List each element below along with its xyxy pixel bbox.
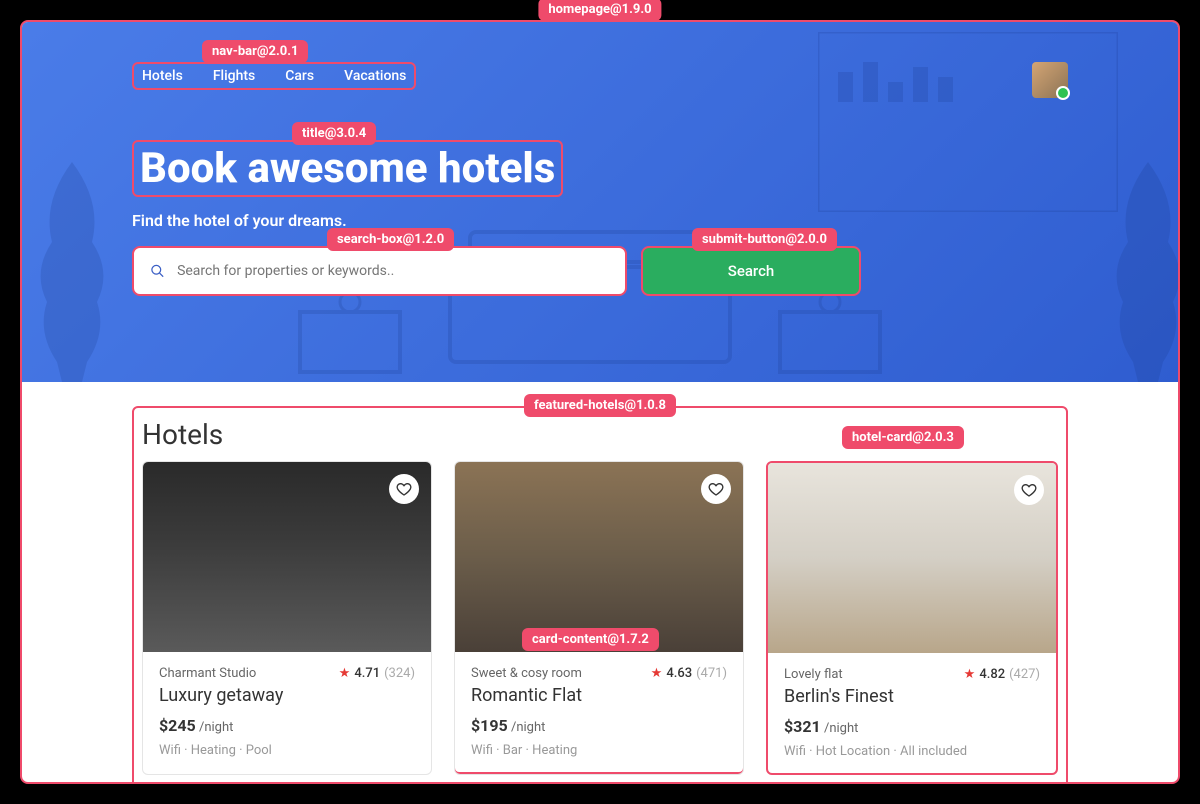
nav-vacations[interactable]: Vacations [344, 68, 406, 84]
search-box[interactable] [132, 246, 627, 296]
hotel-card[interactable]: Sweet & cosy room ★4.63 (471) Romantic Fl… [454, 461, 744, 775]
hotel-eyebrow: Charmant Studio [159, 666, 256, 681]
homepage: nav-bar@2.0.1 title@3.0.4 search-box@1.2… [20, 20, 1180, 784]
annotation-hotelcard: hotel-card@2.0.3 [842, 426, 964, 449]
heart-icon [1021, 482, 1037, 498]
price-per: /night [199, 720, 233, 735]
favorite-button[interactable] [389, 474, 419, 504]
hotel-card[interactable]: Lovely flat ★4.82 (427) Berlin's Finest $… [766, 461, 1058, 775]
heart-icon [708, 481, 724, 497]
hotel-price: $195 [471, 716, 508, 735]
annotation-submitbtn: submit-button@2.0.0 [692, 228, 837, 251]
annotation-title: title@3.0.4 [292, 122, 376, 145]
rating-count: (427) [1009, 667, 1040, 682]
hotel-price: $245 [159, 716, 196, 735]
star-icon: ★ [964, 667, 976, 682]
hotel-eyebrow: Sweet & cosy room [471, 666, 582, 681]
hotel-amenities: Wifi · Heating · Pool [159, 743, 415, 758]
hotel-image [768, 463, 1056, 653]
annotation-searchbox: search-box@1.2.0 [327, 228, 454, 251]
card-content: Lovely flat ★4.82 (427) Berlin's Finest $… [768, 653, 1056, 773]
annotation-homepage: homepage@1.9.0 [538, 0, 661, 21]
nav-hotels[interactable]: Hotels [142, 68, 183, 84]
featured-hotels: Hotels Charmant Studio ★4.71(324) Luxury… [132, 406, 1068, 784]
annotation-cardcontent: card-content@1.7.2 [522, 628, 659, 651]
star-icon: ★ [339, 666, 351, 681]
hotel-title: Romantic Flat [471, 685, 727, 706]
hotel-title: Berlin's Finest [784, 686, 1040, 707]
rating-count: (471) [696, 666, 727, 681]
search-input[interactable] [177, 263, 609, 279]
hotel-card[interactable]: Charmant Studio ★4.71 (324) Luxury getawa… [142, 461, 432, 775]
rating-value: 4.71 [354, 666, 380, 681]
page-subtitle: Find the hotel of your dreams. [132, 211, 1068, 230]
hotel-amenities: Wifi · Bar · Heating [471, 743, 727, 758]
rating-value: 4.82 [979, 667, 1005, 682]
hotel-eyebrow: Lovely flat [784, 667, 843, 682]
nav-bar: Hotels Flights Cars Vacations [132, 62, 416, 90]
price-per: /night [511, 720, 545, 735]
hero: Hotels Flights Cars Vacations Book aweso… [22, 22, 1178, 382]
price-per: /night [824, 721, 858, 736]
hotel-image [143, 462, 431, 652]
hotel-amenities: Wifi · Hot Location · All included [784, 744, 1040, 759]
card-content: Charmant Studio ★4.71 (324) Luxury getawa… [143, 652, 431, 772]
search-icon [150, 263, 165, 279]
rating-count: (324) [384, 666, 415, 681]
star-icon: ★ [651, 666, 663, 681]
avatar[interactable] [1032, 62, 1068, 98]
heart-icon [396, 481, 412, 497]
search-button[interactable]: Search [641, 246, 861, 296]
page-title: Book awesome hotels [140, 144, 555, 193]
nav-flights[interactable]: Flights [213, 68, 255, 84]
annotation-featured: featured-hotels@1.0.8 [524, 394, 676, 417]
hotel-price: $321 [784, 717, 821, 736]
rating-value: 4.63 [666, 666, 692, 681]
favorite-button[interactable] [701, 474, 731, 504]
card-content: Sweet & cosy room ★4.63 (471) Romantic Fl… [454, 650, 744, 774]
nav-cars[interactable]: Cars [285, 68, 314, 84]
favorite-button[interactable] [1014, 475, 1044, 505]
hotel-title: Luxury getaway [159, 685, 415, 706]
annotation-navbar: nav-bar@2.0.1 [202, 40, 308, 63]
hotel-image [455, 462, 743, 652]
